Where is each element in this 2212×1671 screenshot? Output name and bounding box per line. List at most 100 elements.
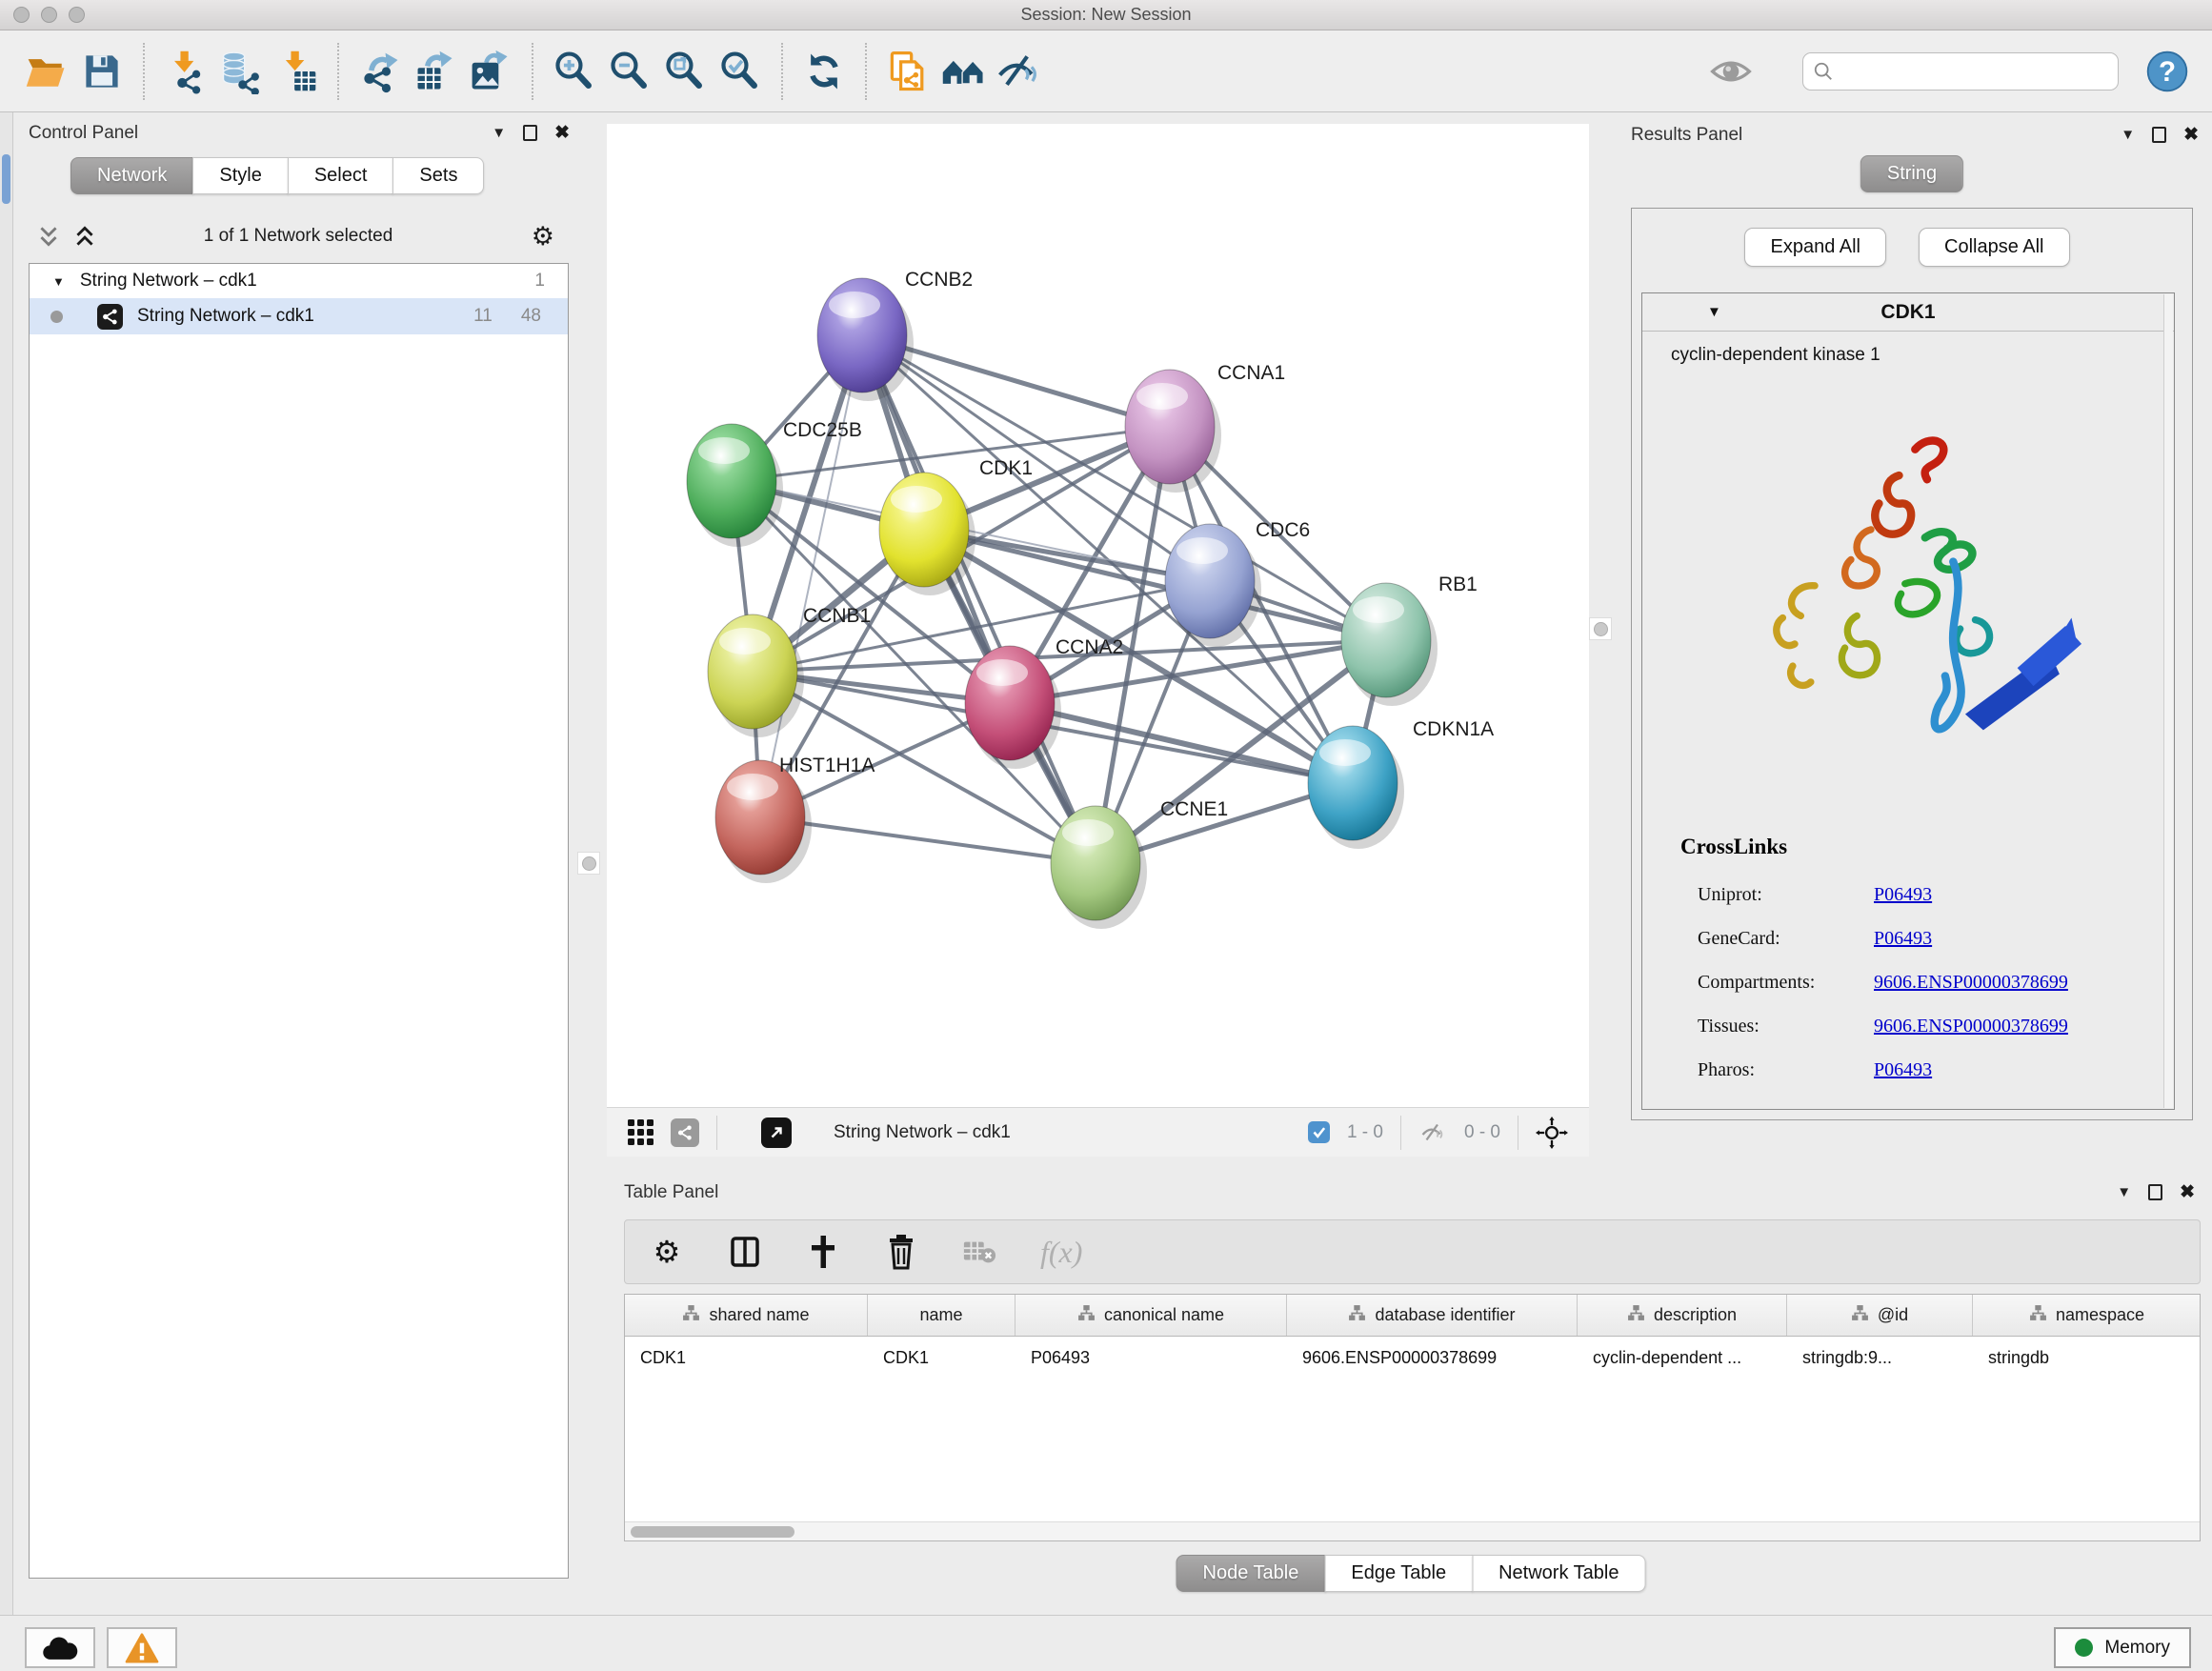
- collapsed-panel-handle[interactable]: [2, 154, 10, 204]
- zoom-selected-button[interactable]: [713, 44, 768, 99]
- table-cell[interactable]: stringdb: [1973, 1337, 2201, 1379]
- refresh-layout-button[interactable]: [796, 44, 852, 99]
- search-input[interactable]: [1841, 62, 2108, 81]
- tab-select[interactable]: Select: [288, 157, 394, 194]
- panel-float-icon[interactable]: [2152, 127, 2166, 143]
- edge-CCNB2-CCNE1[interactable]: [862, 335, 1096, 863]
- search-icon: [1813, 61, 1834, 82]
- protein-card-header[interactable]: ▼ CDK1: [1642, 293, 2174, 332]
- column-header-description[interactable]: description: [1578, 1295, 1787, 1336]
- import-network-from-database-button[interactable]: [213, 44, 269, 99]
- network-overview-icon[interactable]: [671, 1118, 699, 1147]
- edge-CCNB2-HIST1H1A[interactable]: [760, 335, 862, 817]
- table-row[interactable]: CDK1CDK1P064939606.ENSP00000378699cyclin…: [625, 1337, 2200, 1379]
- node-CCNB1[interactable]: CCNB1: [708, 605, 871, 737]
- network-options-gear-icon[interactable]: ⚙: [532, 222, 554, 252]
- panel-close-icon[interactable]: ✖: [2183, 124, 2199, 146]
- selected-items-checkbox[interactable]: [1308, 1121, 1330, 1143]
- table-cell[interactable]: stringdb:9...: [1787, 1337, 1973, 1379]
- table-settings-gear-icon[interactable]: ⚙: [650, 1233, 684, 1271]
- network-collection-row[interactable]: ▼ String Network – cdk1 1: [30, 264, 568, 298]
- new-network-from-selection-button[interactable]: [880, 44, 935, 99]
- panel-menu-icon[interactable]: ▼: [2121, 127, 2135, 143]
- table-horizontal-scrollbar[interactable]: [625, 1521, 2200, 1540]
- tab-style[interactable]: Style: [192, 157, 288, 194]
- hide-selected-button[interactable]: [991, 44, 1046, 99]
- add-column-icon[interactable]: [806, 1233, 840, 1271]
- cloud-status-button[interactable]: [25, 1627, 95, 1668]
- node-CCNE1[interactable]: CCNE1: [1051, 798, 1228, 929]
- tab-edge-table[interactable]: Edge Table: [1324, 1555, 1473, 1592]
- grid-view-icon[interactable]: [628, 1119, 654, 1145]
- open-session-button[interactable]: [19, 44, 74, 99]
- zoom-out-button[interactable]: [602, 44, 657, 99]
- help-button[interactable]: ?: [2140, 44, 2195, 99]
- node-CDK1[interactable]: CDK1: [879, 457, 1033, 595]
- warnings-button[interactable]: [107, 1627, 177, 1668]
- protein-collapse-icon[interactable]: ▼: [1707, 304, 1721, 320]
- export-table-button[interactable]: [408, 44, 463, 99]
- node-CCNB2[interactable]: CCNB2: [817, 269, 973, 401]
- node-HIST1H1A[interactable]: HIST1H1A: [715, 755, 875, 883]
- tab-sets[interactable]: Sets: [392, 157, 484, 194]
- first-neighbors-button[interactable]: [935, 44, 991, 99]
- crosslink-link[interactable]: P06493: [1874, 884, 1932, 906]
- detach-view-icon[interactable]: [761, 1117, 792, 1148]
- node-RB1[interactable]: RB1: [1341, 574, 1478, 706]
- table-cell[interactable]: P06493: [1016, 1337, 1287, 1379]
- expand-all-button[interactable]: Expand All: [1744, 228, 1886, 267]
- collapse-all-button[interactable]: Collapse All: [1919, 228, 2070, 267]
- collection-expand-icon[interactable]: ▼: [52, 274, 65, 289]
- network-graph[interactable]: CCNB2CCNA1CDC25BCDK1CDC6RB1CCNB1CCNA2CDK…: [607, 124, 1589, 1107]
- horizontal-splitter[interactable]: [607, 1157, 2212, 1174]
- panel-close-icon[interactable]: ✖: [554, 122, 570, 144]
- scrollbar-thumb[interactable]: [631, 1526, 794, 1538]
- column-header-canonical-name[interactable]: canonical name: [1016, 1295, 1287, 1336]
- crosslink-link[interactable]: 9606.ENSP00000378699: [1874, 1016, 2068, 1037]
- crosslink-link[interactable]: P06493: [1874, 928, 1932, 950]
- zoom-fit-button[interactable]: [657, 44, 713, 99]
- panel-menu-icon[interactable]: ▼: [492, 125, 506, 141]
- export-image-button[interactable]: [463, 44, 518, 99]
- column-header-database-identifier[interactable]: database identifier: [1287, 1295, 1578, 1336]
- save-session-button[interactable]: [74, 44, 130, 99]
- tab-network[interactable]: Network: [70, 157, 193, 194]
- crosslink-link[interactable]: P06493: [1874, 1059, 1932, 1081]
- node-CDKN1A[interactable]: CDKN1A: [1308, 718, 1494, 849]
- export-network-button[interactable]: [352, 44, 408, 99]
- network-view-canvas[interactable]: CCNB2CCNA1CDC25BCDK1CDC6RB1CCNB1CCNA2CDK…: [607, 124, 1589, 1107]
- table-cell[interactable]: CDK1: [625, 1337, 868, 1379]
- crosslink-link[interactable]: 9606.ENSP00000378699: [1874, 972, 2068, 994]
- table-cell[interactable]: 9606.ENSP00000378699: [1287, 1337, 1578, 1379]
- node-CCNA1[interactable]: CCNA1: [1125, 362, 1285, 493]
- tab-string[interactable]: String: [1860, 155, 1963, 192]
- results-scrollbar[interactable]: [2163, 294, 2173, 1108]
- vertical-splitter-handle-right[interactable]: [1589, 617, 1612, 640]
- vertical-splitter-handle-left[interactable]: [577, 852, 600, 875]
- import-table-button[interactable]: [269, 44, 324, 99]
- show-columns-icon[interactable]: [728, 1233, 762, 1271]
- panel-float-icon[interactable]: [523, 125, 537, 141]
- network-row-selected[interactable]: String Network – cdk1 11 48: [30, 298, 568, 334]
- memory-button[interactable]: Memory: [2054, 1627, 2191, 1668]
- show-all-button[interactable]: [1703, 44, 1759, 99]
- tab-network-table[interactable]: Network Table: [1472, 1555, 1645, 1592]
- column-header-name[interactable]: name: [868, 1295, 1016, 1336]
- hidden-items-eye-icon[interactable]: [1418, 1120, 1447, 1145]
- edge-CCNA2-CDKN1A[interactable]: [1010, 703, 1353, 783]
- table-cell[interactable]: cyclin-dependent ...: [1578, 1337, 1787, 1379]
- birds-eye-crosshair-icon[interactable]: [1536, 1117, 1568, 1149]
- panel-close-icon[interactable]: ✖: [2180, 1181, 2195, 1203]
- tab-node-table[interactable]: Node Table: [1176, 1555, 1326, 1592]
- import-network-button[interactable]: [158, 44, 213, 99]
- column-header-shared-name[interactable]: shared name: [625, 1295, 868, 1336]
- function-builder-icon[interactable]: f(x): [1040, 1233, 1082, 1271]
- column-header-@id[interactable]: @id: [1787, 1295, 1973, 1336]
- panel-float-icon[interactable]: [2148, 1184, 2162, 1200]
- delete-table-icon[interactable]: [962, 1233, 996, 1271]
- zoom-in-button[interactable]: [547, 44, 602, 99]
- column-header-namespace[interactable]: namespace: [1973, 1295, 2201, 1336]
- table-cell[interactable]: CDK1: [868, 1337, 1016, 1379]
- panel-menu-icon[interactable]: ▼: [2117, 1184, 2131, 1200]
- delete-column-trash-icon[interactable]: [884, 1233, 918, 1271]
